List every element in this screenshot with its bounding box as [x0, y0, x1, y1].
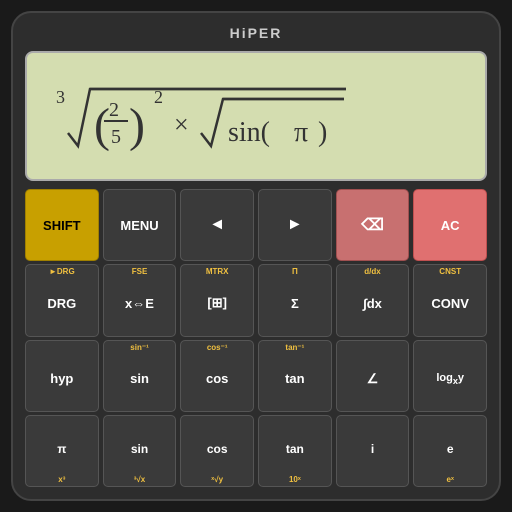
xe-button[interactable]: FSE x⇔E [103, 264, 177, 336]
expression-display: 3 ( 2 5 ) 2 × [43, 61, 469, 171]
conv-sublabel: CNST [414, 267, 486, 276]
i-label: i [371, 442, 374, 456]
left-icon: ◄ [209, 216, 225, 234]
tan2-button[interactable]: tan 10ˣ [258, 415, 332, 487]
shift-label: SHIFT [43, 218, 81, 233]
row-2: hyp sin⁻¹ sin cos⁻¹ cos tan⁻¹ tan ∠ logx… [25, 340, 487, 412]
e-button[interactable]: e eˣ [413, 415, 487, 487]
cos-button[interactable]: cos⁻¹ cos [180, 340, 254, 412]
hyp-button[interactable]: hyp [25, 340, 99, 412]
backspace-icon: ⌫ [361, 215, 384, 235]
buttons-area: SHIFT MENU ◄ ► ⌫ AC ►DRG DRG [25, 189, 487, 487]
right-button[interactable]: ► [258, 189, 332, 261]
svg-text:): ) [318, 117, 327, 148]
cos2-label: cos [207, 442, 228, 456]
ac-button[interactable]: AC [413, 189, 487, 261]
svg-text:3: 3 [56, 87, 65, 107]
right-icon: ► [287, 216, 303, 234]
xe-label: x⇔E [125, 296, 154, 311]
app-title: HiPER [25, 25, 487, 41]
svg-text:π: π [294, 117, 308, 148]
backspace-button[interactable]: ⌫ [336, 189, 410, 261]
svg-text:×: × [174, 110, 189, 139]
hyp-label: hyp [50, 371, 73, 386]
svg-text:(: ( [94, 99, 110, 152]
conv-button[interactable]: CNST CONV [413, 264, 487, 336]
cos2-sublabel: ˣ√y [181, 475, 253, 484]
sin-sublabel: sin⁻¹ [104, 343, 176, 352]
e-sublabel: eˣ [414, 475, 486, 484]
pi-label: π [57, 442, 66, 456]
intdx-label: ∫dx [363, 296, 382, 311]
sigma-button[interactable]: Π Σ [258, 264, 332, 336]
menu-label: MENU [120, 218, 158, 233]
cos-label: cos [206, 371, 228, 386]
tan-label: tan [285, 371, 305, 386]
row-special: SHIFT MENU ◄ ► ⌫ AC [25, 189, 487, 261]
angle-label: ∠ [367, 371, 379, 387]
sin2-button[interactable]: sin ³√x [103, 415, 177, 487]
mtrx-sublabel: MTRX [181, 267, 253, 276]
svg-text:5: 5 [111, 126, 121, 148]
sigma-label: Σ [291, 296, 299, 311]
intdx-sublabel: d/dx [337, 267, 409, 276]
drg-sublabel: ►DRG [26, 267, 98, 276]
conv-label: CONV [431, 296, 469, 311]
mtrx-label: [⊞] [207, 295, 227, 311]
ac-label: AC [441, 218, 460, 233]
sin-label: sin [130, 371, 149, 386]
i-button[interactable]: i [336, 415, 410, 487]
cos-sublabel: cos⁻¹ [181, 343, 253, 352]
logy-button[interactable]: logxy [413, 340, 487, 412]
display: 3 ( 2 5 ) 2 × [25, 51, 487, 181]
sin2-label: sin [131, 442, 148, 456]
sin-button[interactable]: sin⁻¹ sin [103, 340, 177, 412]
tan-button[interactable]: tan⁻¹ tan [258, 340, 332, 412]
svg-text:sin(: sin( [228, 117, 270, 148]
shift-button[interactable]: SHIFT [25, 189, 99, 261]
sigma-sublabel: Π [259, 267, 331, 276]
row-1: ►DRG DRG FSE x⇔E MTRX [⊞] Π Σ d/dx ∫dx C… [25, 264, 487, 336]
left-button[interactable]: ◄ [180, 189, 254, 261]
drg-label: DRG [47, 296, 76, 311]
mtrx-button[interactable]: MTRX [⊞] [180, 264, 254, 336]
tan-sublabel: tan⁻¹ [259, 343, 331, 352]
calculator: HiPER 3 ( 2 5 ) 2 [11, 11, 501, 501]
logy-label: logxy [436, 372, 464, 386]
row-3: π x³ sin ³√x cos ˣ√y tan 10ˣ i e eˣ [25, 415, 487, 487]
menu-button[interactable]: MENU [103, 189, 177, 261]
cos2-button[interactable]: cos ˣ√y [180, 415, 254, 487]
sin2-sublabel: ³√x [104, 475, 176, 484]
tan2-sublabel: 10ˣ [259, 475, 331, 484]
svg-text:): ) [129, 99, 145, 152]
svg-text:2: 2 [109, 99, 119, 121]
pi-button[interactable]: π x³ [25, 415, 99, 487]
intdx-button[interactable]: d/dx ∫dx [336, 264, 410, 336]
svg-text:2: 2 [154, 87, 163, 107]
tan2-label: tan [286, 442, 304, 456]
angle-button[interactable]: ∠ [336, 340, 410, 412]
xe-sublabel: FSE [104, 267, 176, 276]
e-label: e [447, 442, 454, 456]
pi-sublabel: x³ [26, 475, 98, 484]
drg-button[interactable]: ►DRG DRG [25, 264, 99, 336]
